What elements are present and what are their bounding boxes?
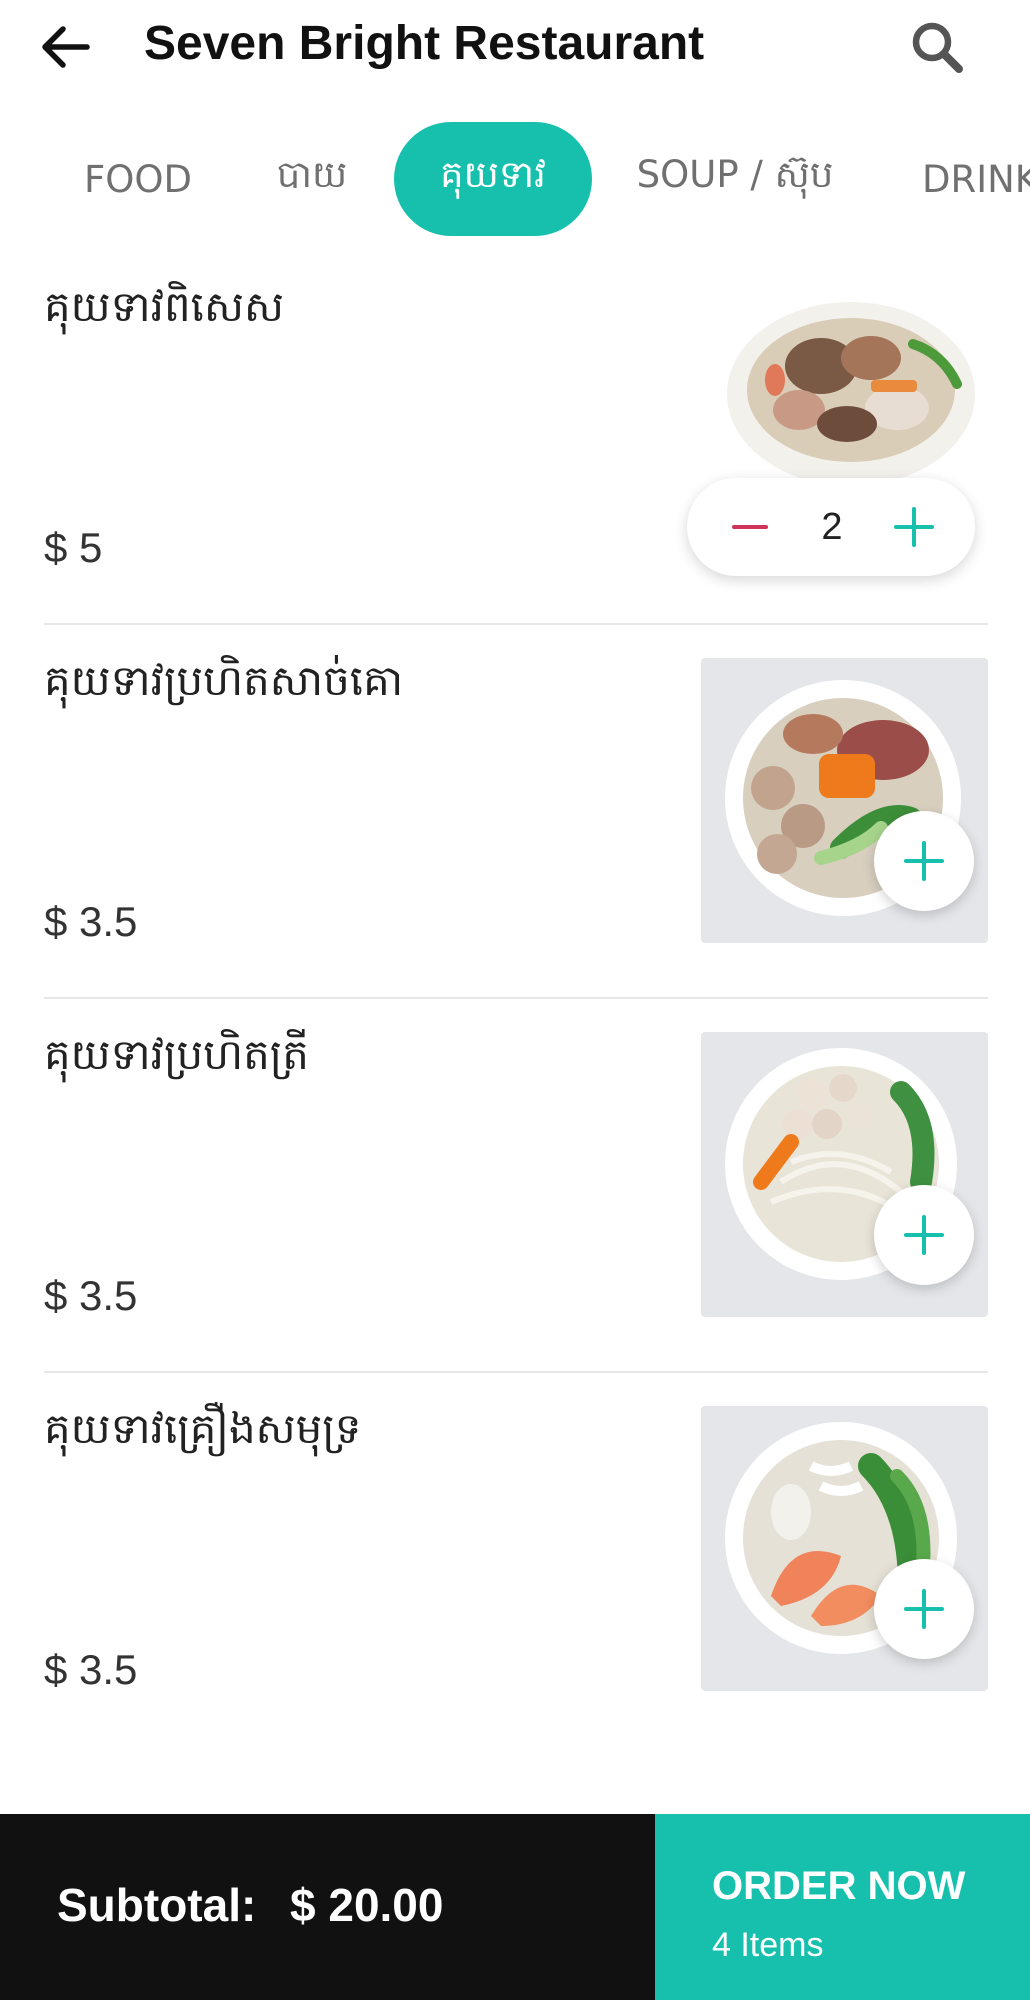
order-now-button[interactable]: ORDER NOW 4 Items [655, 1814, 1030, 2000]
order-now-label: ORDER NOW [712, 1864, 966, 1908]
plus-icon [903, 1588, 945, 1630]
decrease-quantity-button[interactable] [715, 492, 785, 562]
page-title: Seven Bright Restaurant [144, 17, 705, 70]
search-button[interactable] [900, 10, 974, 84]
list-item[interactable]: គុយទាវប្រហិតសាច់គោ $ 3.5 [44, 624, 988, 999]
tab-food[interactable]: FOOD [54, 122, 222, 236]
minus-icon [730, 507, 770, 547]
add-to-cart-button[interactable] [874, 811, 974, 911]
tab-label: គុយទាវ [440, 153, 546, 196]
item-name: គុយទាវប្រហិតសាច់គោ [44, 656, 404, 705]
item-price: $ 3.5 [44, 1272, 138, 1319]
checkout-bar: Subtotal: $ 20.00 ORDER NOW 4 Items [0, 1814, 1030, 2000]
tab-rice[interactable]: បាយ [236, 122, 388, 236]
tab-drink[interactable]: DRINK [900, 122, 1030, 236]
increase-quantity-button[interactable] [879, 492, 949, 562]
tab-label: DRINK [922, 157, 1030, 201]
subtotal-panel: Subtotal: $ 20.00 [0, 1814, 655, 2000]
cart-item-count: 4 Items [712, 1926, 824, 1964]
subtotal-value: $ 20.00 [290, 1879, 444, 1931]
category-tabs: FOOD បាយ គុយទាវ SOUP / ស៊ុប DRINK [0, 122, 1030, 238]
item-price: $ 3.5 [44, 898, 138, 945]
item-name: គុយទាវគ្រឿងសមុទ្រ [44, 1404, 362, 1453]
list-item[interactable]: គុយទាវពិសេស $ 5 2 [44, 250, 988, 625]
item-price: $ 3.5 [44, 1646, 138, 1693]
plus-icon [903, 1214, 945, 1256]
arrow-left-icon [39, 25, 91, 69]
plus-icon [903, 840, 945, 882]
add-to-cart-button[interactable] [874, 1185, 974, 1285]
quantity-value: 2 [821, 505, 843, 548]
item-price: $ 5 [44, 524, 103, 571]
tab-label: បាយ [276, 153, 348, 196]
search-icon [909, 19, 965, 75]
list-item[interactable]: គុយទាវគ្រឿងសមុទ្រ $ 3.5 [44, 1372, 988, 1747]
tab-noodle-soup[interactable]: គុយទាវ [394, 122, 592, 236]
app-header: Seven Bright Restaurant [0, 0, 1030, 120]
back-button[interactable] [30, 12, 100, 82]
tab-soup[interactable]: SOUP / ស៊ុប [610, 122, 860, 236]
item-name: គុយទាវពិសេស [44, 282, 284, 331]
list-item[interactable]: គុយទាវប្រហិតត្រី $ 3.5 [44, 998, 988, 1373]
tab-label: SOUP / ស៊ុប [636, 153, 834, 196]
tab-label: FOOD [83, 157, 193, 201]
plus-icon [893, 506, 935, 548]
subtotal-label: Subtotal: [57, 1879, 257, 1931]
item-name: គុយទាវប្រហិតត្រី [44, 1030, 309, 1079]
add-to-cart-button[interactable] [874, 1559, 974, 1659]
quantity-stepper: 2 [687, 478, 975, 576]
